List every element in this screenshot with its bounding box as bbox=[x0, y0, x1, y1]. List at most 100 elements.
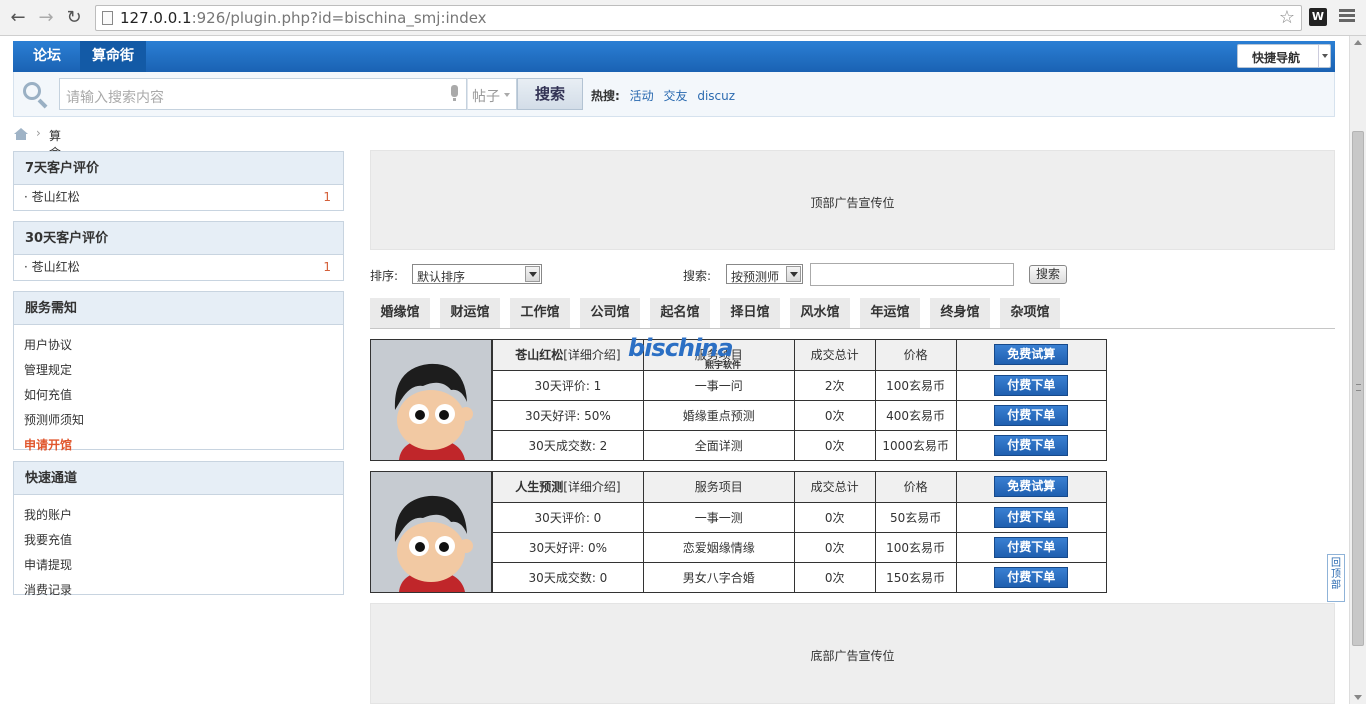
order-button[interactable]: 付费下单 bbox=[994, 434, 1069, 456]
link-user-agreement[interactable]: 用户协议 bbox=[14, 333, 343, 358]
service-item: 恋爱姻缘情缘 bbox=[642, 531, 795, 563]
order-button[interactable]: 付费下单 bbox=[994, 506, 1069, 528]
tab-category[interactable]: 婚缘馆 bbox=[370, 298, 430, 328]
tab-category[interactable]: 终身馆 bbox=[930, 298, 990, 328]
header-total: 成交总计 bbox=[793, 340, 876, 371]
hot-link-discuz[interactable]: discuz bbox=[697, 89, 735, 103]
forward-arrow-icon[interactable]: → bbox=[34, 6, 58, 30]
header-total: 成交总计 bbox=[793, 472, 876, 503]
shop-stat: 30天成交数: 2 bbox=[492, 429, 644, 460]
shop-card: 人生预测[详细介绍] 服务项目 成交总计 价格 免费试算 30天评价: 0 一事… bbox=[370, 471, 1107, 593]
free-trial-button[interactable]: 免费试算 bbox=[994, 344, 1069, 366]
service-total: 0次 bbox=[793, 561, 876, 592]
browser-toolbar: ← → ↻ 127.0.0.1:926/plugin.php?id=bischi… bbox=[0, 0, 1366, 36]
search-placeholder: 请输入搜索内容 bbox=[66, 90, 164, 106]
scroll-up-icon[interactable] bbox=[1354, 40, 1362, 45]
dropdown-arrow-icon[interactable] bbox=[525, 266, 540, 282]
search-icon bbox=[23, 82, 48, 109]
hot-link-dating[interactable]: 交友 bbox=[663, 89, 687, 103]
page-icon bbox=[102, 11, 113, 25]
order-button[interactable]: 付费下单 bbox=[994, 536, 1069, 558]
nav-tab-fortune-street[interactable]: 算命街 bbox=[80, 41, 146, 72]
tab-category[interactable]: 年运馆 bbox=[860, 298, 920, 328]
shop-name[interactable]: 苍山红松 bbox=[515, 348, 563, 362]
search-type-dropdown[interactable]: 按预测师 bbox=[726, 264, 803, 284]
order-button[interactable]: 付费下单 bbox=[994, 566, 1069, 588]
bottom-ad-text: 底部广告宣传位 bbox=[810, 649, 895, 663]
shop-detail-link[interactable]: [详细介绍] bbox=[563, 348, 620, 362]
bottom-ad-banner[interactable]: 底部广告宣传位 bbox=[370, 603, 1335, 704]
hot-link-activity[interactable]: 活动 bbox=[630, 89, 654, 103]
list-item[interactable]: · 苍山红松 1 bbox=[14, 185, 343, 210]
free-trial-button[interactable]: 免费试算 bbox=[994, 476, 1069, 498]
filter-search-label: 搜索: bbox=[683, 269, 712, 283]
link-rules[interactable]: 管理规定 bbox=[14, 358, 343, 383]
top-ad-banner[interactable]: 顶部广告宣传位 bbox=[370, 150, 1335, 250]
sort-select[interactable]: 默认排序 bbox=[412, 264, 542, 284]
link-spending-record[interactable]: 消费记录 bbox=[14, 578, 343, 603]
service-item: 全面详测 bbox=[642, 429, 795, 460]
caret-down-icon bbox=[504, 93, 510, 97]
order-button[interactable]: 付费下单 bbox=[994, 374, 1069, 396]
hot-search: 热搜: 活动 交友 discuz bbox=[591, 87, 735, 104]
link-recharge[interactable]: 我要充值 bbox=[14, 528, 343, 553]
search-type-label: 帖子 bbox=[472, 89, 500, 105]
service-price: 100玄易币 bbox=[874, 369, 957, 401]
home-icon[interactable] bbox=[14, 128, 28, 140]
browser-menu-icon[interactable] bbox=[1338, 7, 1356, 27]
header-price: 价格 bbox=[874, 340, 957, 371]
address-bar[interactable]: 127.0.0.1:926/plugin.php?id=bischina_smj… bbox=[95, 5, 1302, 31]
quick-nav-button[interactable]: 快捷导航 bbox=[1237, 44, 1331, 68]
tab-category[interactable]: 起名馆 bbox=[650, 298, 710, 328]
shop-stat: 30天评价: 0 bbox=[492, 501, 644, 533]
service-item: 一事一问 bbox=[642, 369, 795, 401]
bischina-watermark-logo: bischina 熙宇软件 bbox=[628, 334, 742, 371]
service-price: 150玄易币 bbox=[874, 561, 957, 592]
link-my-account[interactable]: 我的账户 bbox=[14, 503, 343, 528]
tab-category[interactable]: 财运馆 bbox=[440, 298, 500, 328]
sort-value: 默认排序 bbox=[417, 270, 466, 284]
search-bar: 请输入搜索内容 帖子 搜索 热搜: 活动 交友 discuz bbox=[13, 72, 1335, 117]
nav-tab-forum[interactable]: 论坛 bbox=[21, 41, 73, 72]
avatar[interactable] bbox=[371, 340, 492, 460]
microphone-icon[interactable] bbox=[451, 85, 458, 101]
service-notice-panel: 服务需知 用户协议 管理规定 如何充值 预测师须知 申请开馆 bbox=[13, 291, 344, 452]
filter-search-input[interactable] bbox=[810, 263, 1014, 286]
back-to-top-button[interactable]: 回顶部 bbox=[1327, 554, 1345, 602]
tab-category[interactable]: 工作馆 bbox=[510, 298, 570, 328]
url-text[interactable]: 127.0.0.1:926/plugin.php?id=bischina_smj… bbox=[120, 9, 487, 27]
search-button[interactable]: 搜索 bbox=[517, 78, 583, 110]
link-predictor-notice[interactable]: 预测师须知 bbox=[14, 408, 343, 433]
search-type-select[interactable]: 帖子 bbox=[467, 78, 517, 110]
order-button[interactable]: 付费下单 bbox=[994, 404, 1069, 426]
avatar[interactable] bbox=[371, 472, 492, 592]
service-total: 0次 bbox=[793, 501, 876, 533]
bookmark-star-icon[interactable]: ☆ bbox=[1279, 7, 1295, 28]
shop-detail-link[interactable]: [详细介绍] bbox=[563, 480, 620, 494]
tab-category[interactable]: 择日馆 bbox=[720, 298, 780, 328]
dropdown-arrow-icon[interactable] bbox=[786, 266, 801, 282]
scroll-thumb[interactable] bbox=[1352, 131, 1364, 646]
tab-category[interactable]: 公司馆 bbox=[580, 298, 640, 328]
header-price: 价格 bbox=[874, 472, 957, 503]
reload-icon[interactable]: ↻ bbox=[62, 6, 86, 30]
filter-search-button[interactable]: 搜索 bbox=[1029, 265, 1067, 284]
back-arrow-icon[interactable]: ← bbox=[6, 6, 30, 30]
link-apply-open-shop[interactable]: 申请开馆 bbox=[14, 433, 343, 458]
panel-title: 30天客户评价 bbox=[14, 222, 343, 255]
tab-category[interactable]: 风水馆 bbox=[790, 298, 850, 328]
link-withdraw[interactable]: 申请提现 bbox=[14, 553, 343, 578]
service-price: 50玄易币 bbox=[874, 501, 957, 533]
service-item: 婚缘重点预测 bbox=[642, 399, 795, 431]
link-how-to-recharge[interactable]: 如何充值 bbox=[14, 383, 343, 408]
chevron-down-icon[interactable] bbox=[1318, 45, 1330, 67]
search-input[interactable]: 请输入搜索内容 bbox=[59, 78, 467, 110]
list-item[interactable]: · 苍山红松 1 bbox=[14, 255, 343, 280]
hot-search-label: 热搜: bbox=[591, 89, 620, 103]
tab-category[interactable]: 杂项馆 bbox=[1000, 298, 1060, 328]
scroll-down-icon[interactable] bbox=[1354, 695, 1362, 700]
service-item: 一事一测 bbox=[642, 501, 795, 533]
extension-icon[interactable]: W bbox=[1309, 8, 1327, 26]
shop-name[interactable]: 人生预测 bbox=[515, 480, 563, 494]
page-scrollbar[interactable] bbox=[1349, 36, 1366, 704]
